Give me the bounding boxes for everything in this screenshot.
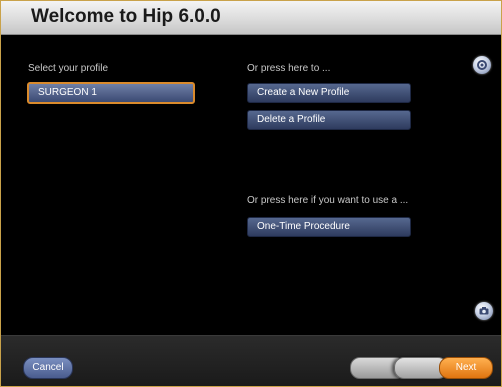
create-profile-button[interactable]: Create a New Profile bbox=[247, 83, 411, 103]
one-time-label: Or press here if you want to use a ... bbox=[247, 195, 409, 206]
one-time-procedure-button[interactable]: One-Time Procedure bbox=[247, 217, 411, 237]
cancel-button[interactable]: Cancel bbox=[23, 357, 73, 379]
camera-icon[interactable] bbox=[475, 302, 493, 320]
app-window: Welcome to Hip 6.0.0 Select your profile… bbox=[0, 0, 502, 387]
settings-icon[interactable] bbox=[473, 56, 491, 74]
window-title: Welcome to Hip 6.0.0 bbox=[31, 6, 221, 27]
main-panel: Select your profile SURGEON 1 Or press h… bbox=[1, 35, 501, 335]
next-button[interactable]: Next bbox=[439, 357, 493, 379]
gear-icon bbox=[477, 60, 487, 70]
footer-bar: Cancel Next bbox=[1, 335, 501, 386]
camera-glyph-icon bbox=[479, 307, 489, 315]
delete-profile-button[interactable]: Delete a Profile bbox=[247, 110, 411, 130]
profile-select[interactable]: SURGEON 1 bbox=[27, 82, 195, 104]
select-profile-label: Select your profile bbox=[28, 63, 109, 74]
title-bar: Welcome to Hip 6.0.0 bbox=[1, 1, 501, 35]
press-here-label: Or press here to ... bbox=[247, 63, 331, 74]
